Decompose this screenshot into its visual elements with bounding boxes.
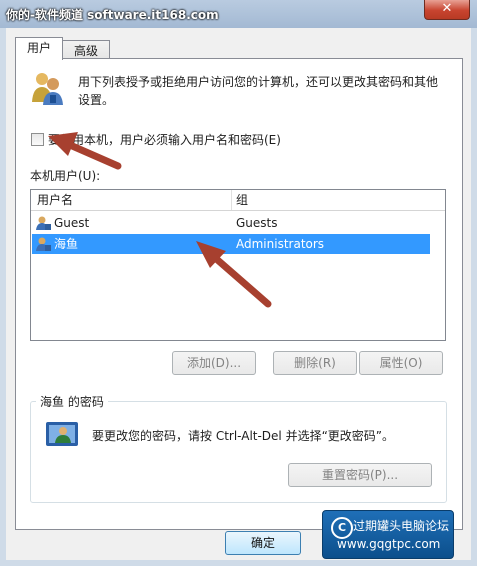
properties-button[interactable]: 属性(O) — [359, 351, 443, 375]
password-groupbox — [30, 401, 447, 503]
intro-text-line2: 设置。 — [78, 93, 115, 107]
badge-logo: C — [331, 517, 353, 539]
password-group-title: 海鱼 的密码 — [36, 393, 108, 410]
forum-badge: C 过期罐头电脑论坛 www.gqgtpc.com — [322, 510, 454, 559]
tab-users-label: 用户 — [26, 41, 51, 55]
user-row-guest[interactable]: Guest Guests — [32, 213, 430, 233]
remove-user-button[interactable]: 删除(R) — [273, 351, 357, 375]
close-button[interactable]: ✕ — [424, 0, 470, 20]
badge-title: 过期罐头电脑论坛 — [353, 519, 450, 533]
tab-users[interactable]: 用户 — [15, 37, 63, 60]
title-bar: 你的-软件频道 software.it168.com ✕ — [0, 0, 477, 28]
local-users-label: 本机用户(U): — [30, 169, 101, 183]
user-name: 海鱼 — [54, 237, 79, 251]
column-group[interactable]: 组 — [232, 190, 248, 210]
user-icon — [36, 237, 51, 251]
require-login-label: 要使用本机，用户必须输入用户名和密码(E) — [48, 133, 281, 147]
intro-text-line1: 用下列表授予或拒绝用户访问您的计算机，还可以更改其密码和其他 — [78, 75, 439, 89]
user-name: Guest — [54, 216, 90, 230]
reset-password-button[interactable]: 重置密码(P)... — [288, 463, 432, 487]
add-user-button[interactable]: 添加(D)... — [172, 351, 256, 375]
tab-advanced-label: 高级 — [73, 44, 98, 58]
require-login-checkbox[interactable] — [31, 133, 44, 146]
user-group: Administrators — [236, 237, 325, 251]
watermark-text: 你的-软件频道 software.it168.com — [6, 8, 219, 22]
ok-button[interactable]: 确定 — [225, 531, 301, 555]
user-icon — [36, 216, 51, 230]
key-user-icon — [46, 422, 78, 446]
user-row-selected[interactable]: 海鱼 Administrators — [32, 234, 430, 254]
user-group: Guests — [236, 216, 278, 230]
close-icon: ✕ — [441, 1, 453, 16]
user-list[interactable]: 用户名 组 Guest Guests 海鱼 Administrators — [30, 189, 446, 341]
password-message: 要更改您的密码，请按 Ctrl-Alt-Del 并选择“更改密码”。 — [92, 429, 395, 443]
users-icon — [32, 73, 63, 105]
user-list-header: 用户名 组 — [31, 190, 445, 211]
badge-url: www.gqgtpc.com — [337, 537, 441, 551]
column-username[interactable]: 用户名 — [33, 190, 73, 210]
